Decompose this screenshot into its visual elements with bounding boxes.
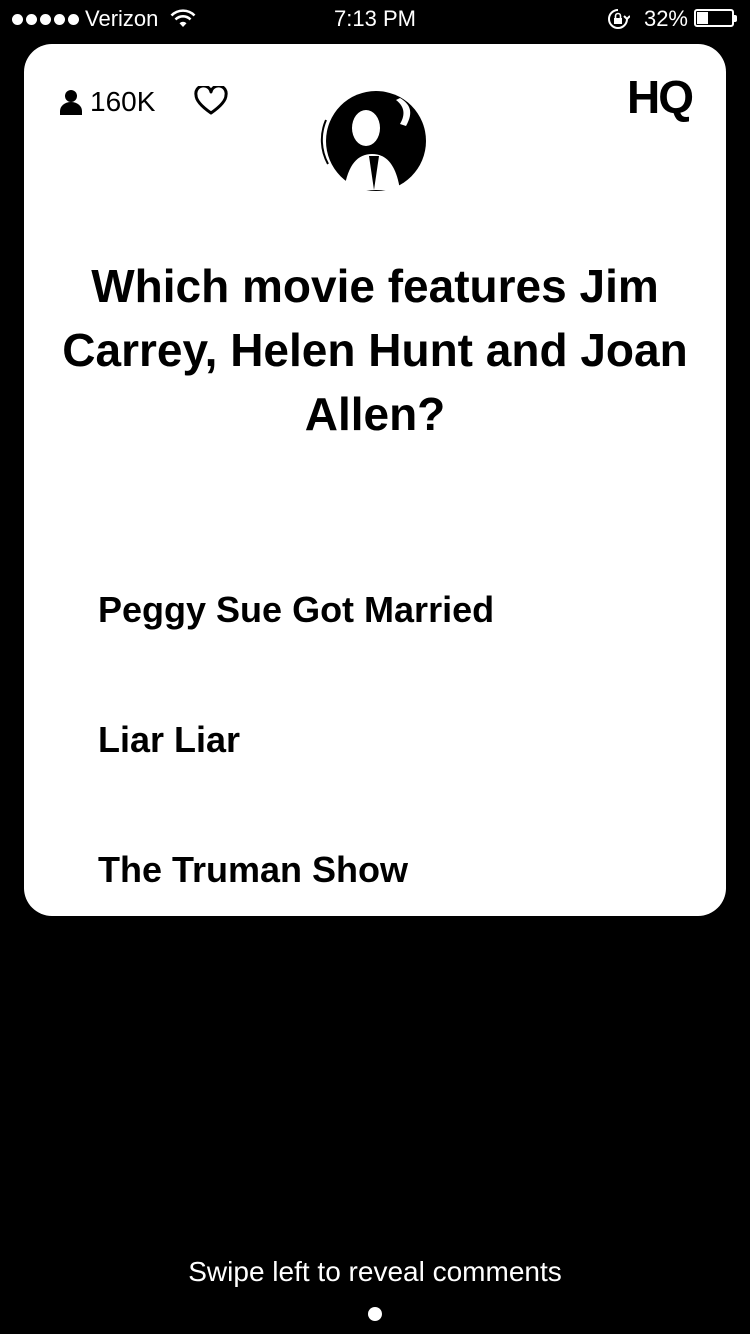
- swipe-hint: Swipe left to reveal comments: [188, 1256, 562, 1287]
- answer-option[interactable]: Peggy Sue Got Married: [98, 575, 658, 645]
- page-indicator-dot: [368, 1307, 382, 1321]
- rotation-lock-icon: [607, 9, 630, 29]
- viewer-count: 160K: [60, 86, 155, 118]
- status-bar: Verizon 7:13 PM 32%: [0, 0, 750, 40]
- answer-option[interactable]: The Truman Show: [98, 835, 658, 905]
- status-right: 32%: [606, 6, 738, 32]
- host-avatar: [320, 91, 426, 191]
- question-card: 160K HQ Which movie features Jim Carrey,…: [24, 44, 726, 916]
- battery-percent: 32%: [643, 6, 688, 31]
- hq-logo: HQ: [627, 71, 694, 123]
- question-text: Which movie features Jim Carrey, Helen H…: [62, 260, 688, 440]
- battery-fill: [697, 12, 708, 24]
- viewer-count-label: 160K: [90, 86, 156, 117]
- person-icon: [60, 90, 82, 115]
- heart-icon[interactable]: [194, 86, 228, 116]
- battery-icon: [694, 9, 738, 29]
- answer-option[interactable]: Liar Liar: [98, 705, 658, 775]
